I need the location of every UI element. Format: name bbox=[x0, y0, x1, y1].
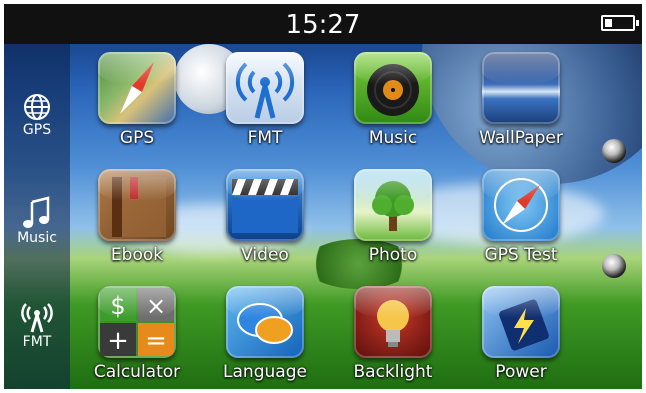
app-video[interactable]: Video bbox=[205, 165, 325, 277]
broadcast-tower-icon bbox=[226, 52, 304, 124]
app-power[interactable]: Power bbox=[461, 282, 581, 389]
app-gps[interactable]: GPS bbox=[77, 48, 197, 160]
app-label: Language bbox=[223, 362, 307, 382]
scroll-indicator-knob[interactable] bbox=[602, 139, 626, 163]
app-calculator[interactable]: $ × + = Calculator bbox=[77, 282, 197, 389]
svg-text:$: $ bbox=[110, 292, 125, 320]
app-label: Backlight bbox=[353, 362, 433, 382]
sidebar-item-fmt[interactable]: FMT bbox=[4, 302, 70, 350]
app-label: FMT bbox=[247, 128, 283, 148]
compass-map-icon bbox=[98, 52, 176, 124]
app-wallpaper[interactable]: WallPaper bbox=[461, 48, 581, 160]
sidebar-item-label: Music bbox=[17, 230, 57, 246]
app-music[interactable]: Music bbox=[333, 48, 453, 160]
vinyl-record-icon bbox=[354, 52, 432, 124]
app-backlight[interactable]: Backlight bbox=[333, 282, 453, 389]
calculator-icon: $ × + = bbox=[98, 286, 176, 358]
status-bar: 15:27 bbox=[4, 4, 642, 44]
svg-text:+: + bbox=[107, 326, 129, 356]
app-label: Power bbox=[495, 362, 547, 382]
sidebar: GPS Music FMT bbox=[4, 44, 70, 389]
lightbulb-icon bbox=[354, 286, 432, 358]
clapperboard-icon bbox=[226, 169, 304, 241]
svg-text:=: = bbox=[145, 326, 167, 356]
sidebar-item-label: GPS bbox=[22, 122, 52, 138]
svg-text:×: × bbox=[146, 292, 166, 320]
scroll-indicator-knob[interactable] bbox=[602, 254, 626, 278]
battery-charge-icon bbox=[482, 286, 560, 358]
sidebar-item-label: FMT bbox=[22, 334, 52, 350]
app-label: Photo bbox=[368, 245, 418, 265]
compass-icon bbox=[482, 169, 560, 241]
clock: 15:27 bbox=[285, 10, 361, 40]
app-label: Video bbox=[241, 245, 289, 265]
app-photo[interactable]: Photo bbox=[333, 165, 453, 277]
app-ebook[interactable]: Ebook bbox=[77, 165, 197, 277]
landscape-icon bbox=[482, 52, 560, 124]
app-label: Ebook bbox=[110, 245, 164, 265]
globe-icon bbox=[24, 94, 50, 120]
tree-photo-icon bbox=[354, 169, 432, 241]
app-fmt[interactable]: FMT bbox=[205, 48, 325, 160]
sidebar-item-gps[interactable]: GPS bbox=[4, 92, 70, 138]
battery-icon bbox=[601, 15, 639, 31]
app-label: Music bbox=[368, 128, 418, 148]
music-note-icon bbox=[23, 196, 50, 228]
app-label: GPS bbox=[119, 128, 155, 148]
app-label: WallPaper bbox=[479, 128, 563, 148]
book-icon bbox=[98, 169, 176, 241]
battery-level bbox=[605, 19, 612, 27]
app-gps-test[interactable]: GPS Test bbox=[461, 165, 581, 277]
app-language[interactable]: Language bbox=[205, 282, 325, 389]
speech-bubbles-icon bbox=[226, 286, 304, 358]
antenna-icon bbox=[21, 303, 53, 333]
device-screen: 15:27 GPS Music FMT GPS FMT Music WallPa… bbox=[4, 4, 642, 389]
app-label: Calculator bbox=[93, 362, 181, 382]
app-label: GPS Test bbox=[484, 245, 558, 265]
sidebar-item-music[interactable]: Music bbox=[4, 196, 70, 246]
